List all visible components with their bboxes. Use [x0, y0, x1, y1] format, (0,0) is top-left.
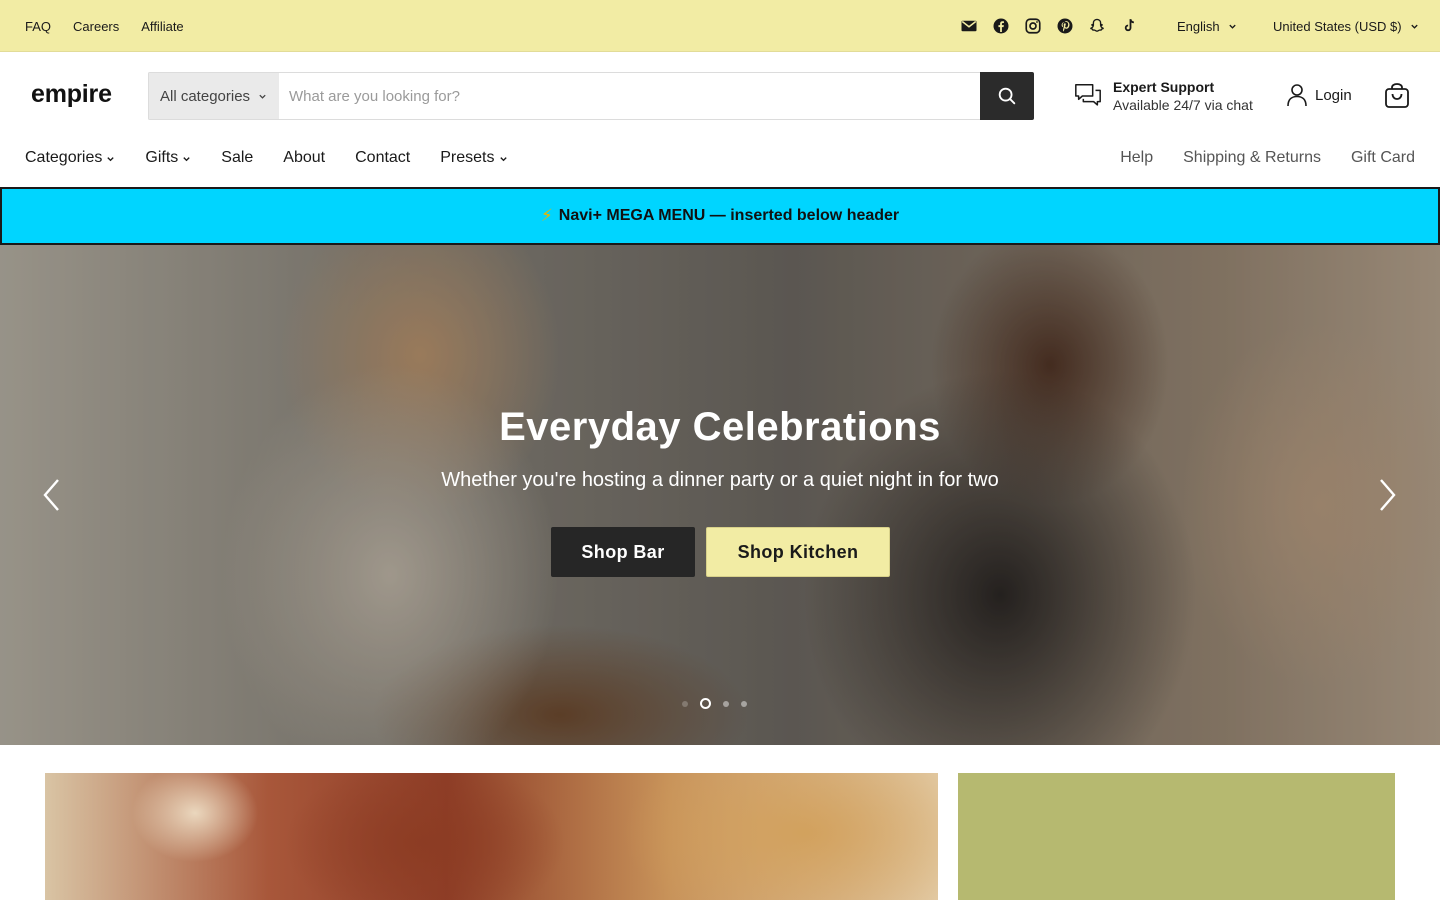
- support-text: Expert Support Available 24/7 via chat: [1113, 78, 1253, 114]
- affiliate-link[interactable]: Affiliate: [141, 19, 183, 34]
- hero-buttons: Shop Bar Shop Kitchen: [551, 527, 890, 577]
- chevron-down-icon: [1228, 24, 1236, 29]
- careers-link[interactable]: Careers: [73, 19, 119, 34]
- support-subtitle: Available 24/7 via chat: [1113, 97, 1253, 113]
- nav-presets[interactable]: Presets: [440, 149, 507, 167]
- mega-menu-banner-text: Navi+ MEGA MENU — inserted below header: [558, 207, 900, 224]
- nav-contact-label: Contact: [355, 149, 411, 166]
- shopping-bag-icon: [1385, 83, 1409, 108]
- nav-about[interactable]: About: [283, 149, 325, 167]
- nav-sale-label: Sale: [221, 149, 254, 166]
- expert-support[interactable]: Expert Support Available 24/7 via chat: [1073, 78, 1253, 114]
- hero-content: Everyday Celebrations Whether you're hos…: [0, 245, 1440, 745]
- currency-label: United States (USD $): [1273, 18, 1402, 34]
- mega-menu-banner: ⚡ Navi+ MEGA MENU — inserted below heade…: [0, 187, 1440, 245]
- promo-tile-image[interactable]: [45, 773, 938, 900]
- hero-subtitle: Whether you're hosting a dinner party or…: [441, 469, 999, 491]
- slide-dots: [682, 698, 747, 709]
- login-label: Login: [1315, 86, 1352, 104]
- snapchat-icon[interactable]: [1088, 17, 1106, 35]
- shop-bar-button[interactable]: Shop Bar: [551, 527, 695, 577]
- chevron-down-icon: [259, 94, 266, 99]
- utility-bar: FAQ Careers Affiliate English United Sta…: [0, 0, 1440, 52]
- slide-dot[interactable]: [700, 698, 711, 709]
- secondary-nav: Help Shipping & Returns Gift Card: [1120, 145, 1415, 171]
- pinterest-icon[interactable]: [1056, 17, 1074, 35]
- search-bar: All categories: [148, 72, 1034, 120]
- nav-about-label: About: [283, 149, 326, 166]
- language-selector[interactable]: English: [1177, 0, 1237, 52]
- main-nav: Categories Gifts Sale About Contact Pres…: [25, 145, 508, 171]
- utility-links: FAQ Careers Affiliate: [25, 0, 184, 52]
- search-category-label: All categories: [160, 87, 251, 105]
- chevron-down-icon: [1410, 24, 1418, 29]
- nav-presets-label: Presets: [440, 149, 495, 166]
- slide-dot[interactable]: [723, 700, 729, 707]
- nav-sale[interactable]: Sale: [221, 149, 253, 167]
- currency-selector[interactable]: United States (USD $): [1273, 0, 1419, 52]
- site-logo[interactable]: empire: [31, 80, 112, 109]
- nav-contact[interactable]: Contact: [355, 149, 410, 167]
- search-category-select[interactable]: All categories: [148, 72, 279, 120]
- chevron-down-icon: [499, 156, 507, 161]
- nav-categories[interactable]: Categories: [25, 149, 115, 167]
- email-icon[interactable]: [960, 17, 978, 35]
- chat-icon: [1075, 84, 1101, 106]
- language-label: English: [1177, 18, 1220, 34]
- nav-gifts-label: Gifts: [145, 149, 179, 166]
- faq-link[interactable]: FAQ: [25, 19, 51, 34]
- chevron-down-icon: [107, 156, 115, 161]
- login-link[interactable]: Login: [1286, 83, 1352, 107]
- slide-dot[interactable]: [741, 700, 747, 707]
- tiktok-icon[interactable]: [1120, 17, 1138, 35]
- search-button[interactable]: [980, 72, 1034, 120]
- hero-title: Everyday Celebrations: [499, 405, 941, 449]
- user-icon: [1287, 84, 1307, 107]
- nav-categories-label: Categories: [25, 149, 103, 166]
- lightning-icon: ⚡: [540, 206, 553, 225]
- nav-gift-card[interactable]: Gift Card: [1351, 149, 1415, 167]
- chevron-right-icon[interactable]: [1375, 477, 1399, 513]
- facebook-icon[interactable]: [992, 17, 1010, 35]
- nav-help[interactable]: Help: [1120, 149, 1153, 167]
- promo-tile-solid[interactable]: [958, 773, 1395, 900]
- slide-dot[interactable]: [682, 700, 688, 707]
- nav-gifts[interactable]: Gifts: [145, 149, 191, 167]
- nav-shipping-returns[interactable]: Shipping & Returns: [1183, 149, 1321, 167]
- chevron-down-icon: [183, 156, 190, 161]
- instagram-icon[interactable]: [1024, 17, 1042, 35]
- chevron-left-icon[interactable]: [40, 477, 64, 513]
- support-title: Expert Support: [1113, 79, 1215, 95]
- search-input[interactable]: [279, 72, 980, 120]
- shop-kitchen-button[interactable]: Shop Kitchen: [706, 527, 890, 577]
- search-icon: [998, 87, 1016, 105]
- social-links: [960, 0, 1138, 52]
- hero-slideshow: Everyday Celebrations Whether you're hos…: [0, 245, 1440, 745]
- cart-button[interactable]: [1383, 82, 1411, 110]
